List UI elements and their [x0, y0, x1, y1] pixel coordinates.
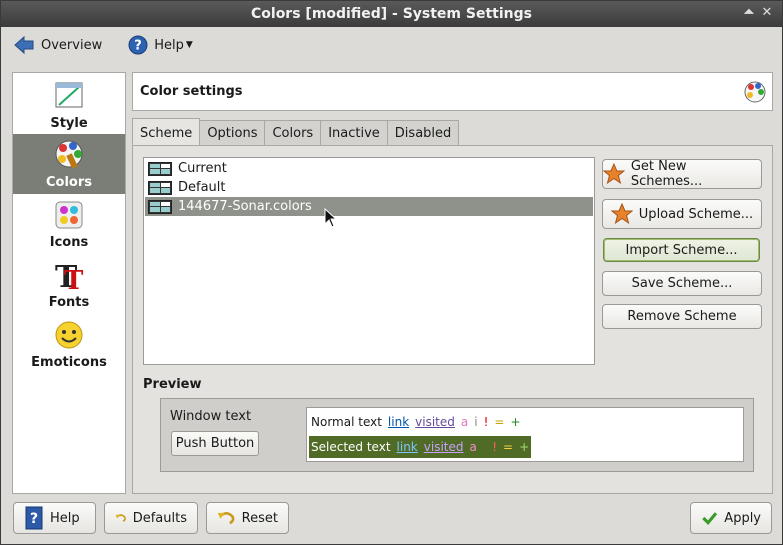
smiley-icon	[55, 321, 83, 349]
sidebar-item-label: Emoticons	[31, 355, 107, 370]
reset-button[interactable]: Reset	[206, 502, 289, 534]
color-scheme-icon	[148, 180, 172, 195]
color-scheme-icon	[148, 199, 172, 214]
title-bar: Colors [modified] - System Settings ⏶ ✕	[1, 1, 782, 27]
help-button[interactable]: ? Help	[13, 502, 96, 534]
undo-arrow-icon	[115, 514, 126, 522]
help-label: Help	[154, 37, 184, 53]
sidebar-item-colors[interactable]: Colors	[13, 134, 125, 194]
page-title: Color settings	[140, 84, 243, 99]
preview-view: Normal text link visited a i ! = + Selec…	[306, 407, 744, 462]
fonts-icon: TT	[55, 260, 84, 293]
page-header: Color settings	[132, 72, 773, 111]
apply-button[interactable]: Apply	[690, 502, 772, 534]
overview-button[interactable]: Overview	[7, 30, 108, 60]
scheme-list[interactable]: Current Default 144677-Sonar.colors	[143, 157, 595, 365]
remove-scheme-button[interactable]: Remove Scheme	[602, 304, 762, 329]
sidebar-item-emoticons[interactable]: Emoticons	[13, 314, 125, 374]
sidebar-item-fonts[interactable]: TT Fonts	[13, 254, 125, 314]
help-menu-button[interactable]: ? Help ▼	[122, 30, 199, 60]
sidebar-item-style[interactable]: Style	[13, 75, 125, 135]
undo-arrow-icon	[217, 512, 235, 525]
tab-bar: Scheme Options Colors Inactive Disabled	[132, 118, 460, 147]
list-item[interactable]: Default	[145, 178, 593, 197]
get-new-schemes-button[interactable]: Get New Schemes...	[602, 159, 762, 189]
upload-scheme-button[interactable]: Upload Scheme...	[602, 199, 762, 229]
close-icon[interactable]: ✕	[760, 6, 774, 20]
mouse-cursor-icon	[324, 208, 338, 228]
list-item[interactable]: 144677-Sonar.colors	[145, 197, 593, 216]
help-icon: ?	[128, 35, 148, 55]
back-arrow-icon	[14, 35, 34, 55]
tab-options[interactable]: Options	[199, 120, 266, 146]
sidebar-item-label: Icons	[49, 235, 89, 250]
checkmark-icon	[702, 512, 718, 526]
style-icon	[55, 82, 83, 108]
preview-window-text: Window text	[170, 409, 252, 424]
tab-disabled[interactable]: Disabled	[386, 120, 460, 146]
icons-icon	[55, 201, 83, 229]
import-scheme-button[interactable]: Import Scheme...	[603, 238, 760, 262]
defaults-button[interactable]: Defaults	[104, 502, 198, 534]
color-scheme-icon	[148, 161, 172, 176]
color-palette-icon	[744, 81, 766, 103]
overview-label: Overview	[41, 37, 103, 53]
toolbar: Overview ? Help ▼	[1, 27, 782, 63]
svg-text:T: T	[64, 266, 84, 293]
preview-selected-line: Selected text link visited a i ! = +	[309, 436, 532, 458]
tab-inactive[interactable]: Inactive	[320, 120, 388, 146]
svg-text:?: ?	[30, 511, 38, 527]
settings-window: Colors [modified] - System Settings ⏶ ✕ …	[0, 0, 783, 545]
sidebar-item-label: Style	[50, 116, 88, 131]
preview-push-button: Push Button	[171, 431, 259, 456]
sidebar-item-label: Fonts	[48, 295, 90, 310]
preview-heading: Preview	[143, 377, 202, 392]
help-book-icon: ?	[25, 506, 43, 530]
star-icon	[610, 203, 633, 225]
colors-icon	[55, 140, 83, 169]
window-title: Colors [modified] - System Settings	[251, 6, 532, 22]
svg-text:?: ?	[134, 39, 142, 54]
tab-colors[interactable]: Colors	[264, 120, 322, 146]
save-scheme-button[interactable]: Save Scheme...	[602, 271, 762, 296]
tab-scheme[interactable]: Scheme	[132, 118, 201, 147]
sidebar-item-icons[interactable]: Icons	[13, 194, 125, 254]
list-item[interactable]: Current	[145, 159, 593, 178]
chevron-down-icon: ▼	[185, 40, 193, 50]
sidebar-item-label: Colors	[45, 175, 92, 190]
star-icon	[603, 163, 625, 185]
minimize-icon[interactable]: ⏶	[742, 6, 756, 20]
preview-normal-line: Normal text link visited a i ! = +	[311, 415, 521, 429]
sidebar: Style Colors Icons TT Fonts Emoticons	[12, 72, 126, 494]
